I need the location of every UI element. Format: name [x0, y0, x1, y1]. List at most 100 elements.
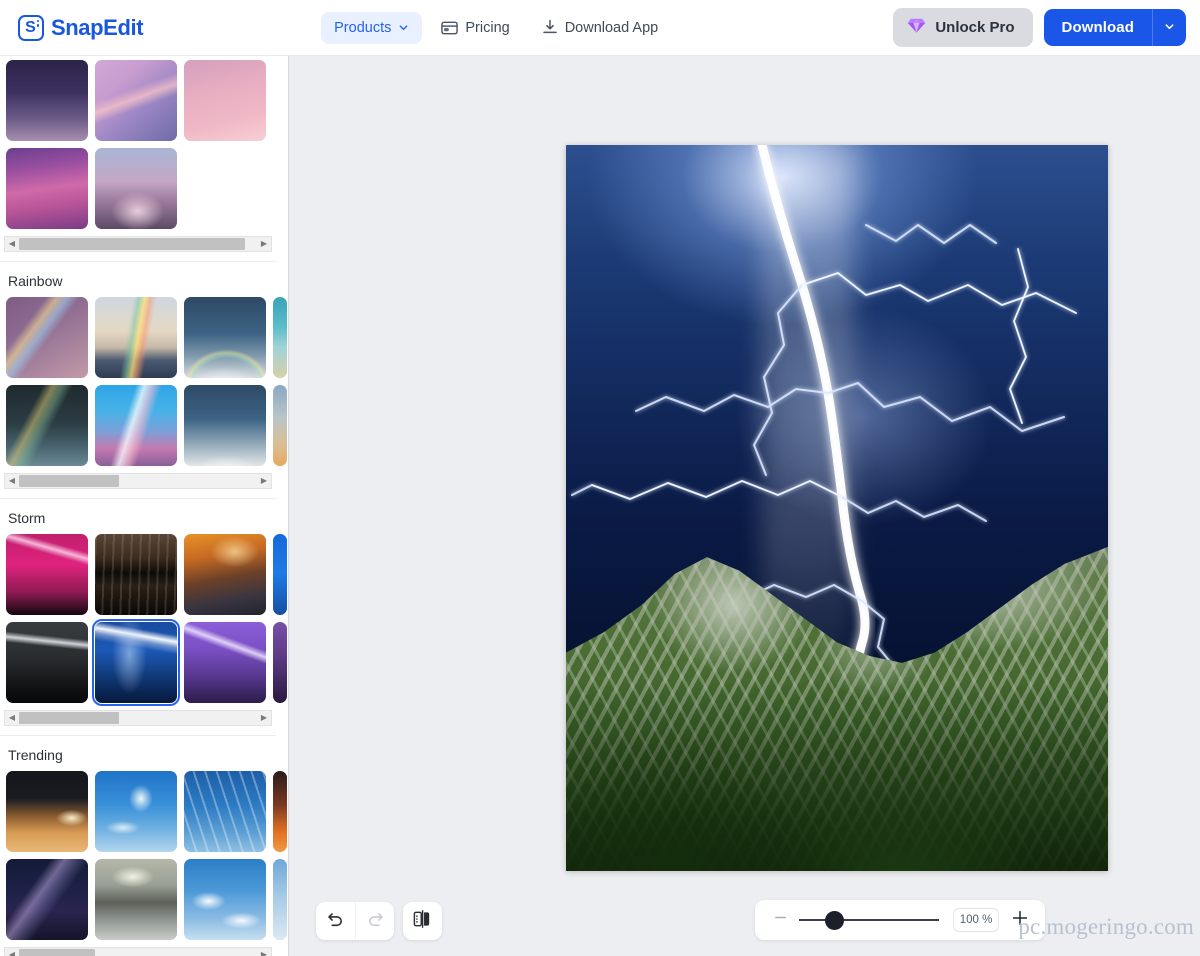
- thumbnail-milky-way-night[interactable]: [6, 859, 88, 940]
- thumbnail-violet-storm-edge[interactable]: [273, 622, 287, 703]
- nav-item-products[interactable]: Products: [321, 11, 423, 44]
- horizontal-scrollbar[interactable]: ◀ ▶: [4, 473, 272, 489]
- thumbnail-row: [6, 148, 276, 229]
- thumbnail-row: [6, 618, 287, 707]
- thumbnail-pink-lightning-storm[interactable]: [6, 534, 88, 615]
- caret-right-icon[interactable]: ▶: [257, 477, 271, 485]
- caret-left-icon[interactable]: ◀: [5, 951, 19, 956]
- caret-right-icon[interactable]: ▶: [257, 951, 271, 956]
- caret-left-icon[interactable]: ◀: [5, 714, 19, 722]
- thumbnail-rainbow-white-clouds[interactable]: [184, 385, 266, 466]
- sky-library-sidebar[interactable]: ◀ ▶ Rainbow ◀ ▶ Storm ◀ ▶ Trending ◀ ▶: [0, 56, 289, 956]
- thumbnail-row: [6, 534, 287, 615]
- snapedit-logo-icon: S: [18, 14, 44, 41]
- thumbnail-row: [6, 385, 287, 466]
- thumbnail-pink-rainbow-sky[interactable]: [95, 60, 177, 141]
- edited-image[interactable]: [566, 145, 1108, 871]
- zoom-in-button[interactable]: [1007, 907, 1033, 933]
- thumbnail-purple-lightning[interactable]: [184, 622, 266, 703]
- thumbnail-rainbow-over-mountains[interactable]: [95, 297, 177, 378]
- thumbnail-grid: [0, 534, 287, 707]
- download-button-group: Download: [1043, 9, 1186, 46]
- thumbnail-orange-storm-clouds[interactable]: [184, 534, 266, 615]
- scroll-track[interactable]: [19, 711, 257, 725]
- thumbnail-grey-lightning-night[interactable]: [6, 622, 88, 703]
- horizontal-scrollbar[interactable]: ◀ ▶: [4, 236, 272, 252]
- thumbnail-orange-sunset-edge[interactable]: [273, 771, 287, 852]
- slider-track[interactable]: [799, 919, 939, 921]
- thumbnail-sun-behind-clouds[interactable]: [95, 859, 177, 940]
- download-icon: [542, 19, 558, 36]
- scroll-track[interactable]: [19, 474, 257, 488]
- editor-canvas[interactable]: 100 % pc.mogeringo.com: [290, 56, 1200, 956]
- chevron-down-icon: [398, 22, 409, 33]
- undo-icon: [326, 909, 345, 933]
- compare-button[interactable]: [403, 902, 442, 940]
- nav-item-download-app[interactable]: Download App: [529, 11, 672, 44]
- foreground-grass-layer: [566, 682, 1108, 871]
- thumbnail-rainbow-dark-sea[interactable]: [6, 385, 88, 466]
- window-icon: [441, 20, 459, 36]
- nav-label-download-app: Download App: [564, 19, 659, 36]
- thumbnail-blue-sky-cumulus[interactable]: [184, 859, 266, 940]
- caret-left-icon[interactable]: ◀: [5, 477, 19, 485]
- horizontal-scrollbar[interactable]: ◀ ▶: [4, 710, 272, 726]
- diamond-icon: [907, 17, 926, 38]
- thumbnail-blue-lightning-selected[interactable]: [91, 618, 181, 707]
- zoom-slider[interactable]: [799, 907, 939, 933]
- thumbnail-pink-cloud-formation[interactable]: [95, 148, 177, 229]
- horizontal-scrollbar[interactable]: ◀ ▶: [4, 947, 272, 956]
- thumbnail-grid: [0, 771, 287, 940]
- thumbnail-rainbow-sunset-edge[interactable]: [273, 385, 287, 466]
- thumbnail-blue-sky-cirrus[interactable]: [184, 771, 266, 852]
- thumbnail-blue-sky-wispy-clouds[interactable]: [95, 771, 177, 852]
- thumbnail-row: [6, 297, 287, 378]
- caret-right-icon[interactable]: ▶: [257, 240, 271, 248]
- plus-icon: [1011, 909, 1029, 932]
- thumbnail-grid: [0, 297, 287, 466]
- scroll-thumb[interactable]: [19, 712, 119, 724]
- zoom-level-value[interactable]: 100 %: [953, 908, 999, 932]
- caret-left-icon[interactable]: ◀: [5, 240, 19, 248]
- thumbnail-rainbow-clouds-blue[interactable]: [184, 297, 266, 378]
- logo-text: SnapEdit: [51, 14, 144, 40]
- scroll-thumb[interactable]: [19, 949, 96, 956]
- header-actions: Unlock Pro Download: [893, 8, 1186, 47]
- logo[interactable]: S SnapEdit: [18, 14, 144, 41]
- compare-split-icon: [412, 909, 433, 934]
- category-title-rainbow: Rainbow: [8, 273, 63, 289]
- main-nav: Products Pricing Download App: [321, 11, 671, 44]
- chevron-down-icon: [1164, 19, 1175, 37]
- scroll-track[interactable]: [19, 237, 257, 251]
- thumbnail-magenta-streak-sky[interactable]: [6, 148, 88, 229]
- zoom-controls[interactable]: 100 %: [755, 900, 1045, 940]
- thumbnail-dark-storm-shelf-cloud[interactable]: [95, 534, 177, 615]
- redo-button[interactable]: [355, 902, 394, 940]
- unlock-pro-label: Unlock Pro: [935, 19, 1015, 36]
- thumbnail-rainbow-pink-blue[interactable]: [95, 385, 177, 466]
- thumbnail-row: [6, 60, 276, 141]
- thumbnail-rainbow-purple-field[interactable]: [6, 297, 88, 378]
- scroll-track[interactable]: [19, 948, 257, 956]
- undo-button[interactable]: [316, 902, 355, 940]
- scroll-thumb[interactable]: [19, 238, 246, 250]
- history-controls: [316, 902, 394, 940]
- scroll-thumb[interactable]: [19, 475, 119, 487]
- thumbnail-rainbow-teal-edge[interactable]: [273, 297, 287, 378]
- thumbnail-golden-sunset-horizon[interactable]: [6, 771, 88, 852]
- nav-item-pricing[interactable]: Pricing: [428, 12, 522, 44]
- redo-icon: [366, 909, 385, 933]
- minus-icon: [773, 910, 788, 930]
- thumbnail-purple-night-sky[interactable]: [6, 60, 88, 141]
- category-section-storm: Storm ◀ ▶: [0, 499, 287, 736]
- slider-knob[interactable]: [825, 911, 844, 930]
- thumbnail-blue-storm-edge[interactable]: [273, 534, 287, 615]
- thumbnail-sky-edge[interactable]: [273, 859, 287, 940]
- thumbnail-pink-clouds[interactable]: [184, 60, 266, 141]
- download-dropdown-toggle[interactable]: [1152, 9, 1186, 46]
- sky-library-scroll-content: ◀ ▶ Rainbow ◀ ▶ Storm ◀ ▶ Trending ◀ ▶: [0, 56, 287, 956]
- unlock-pro-button[interactable]: Unlock Pro: [893, 8, 1033, 47]
- caret-right-icon[interactable]: ▶: [257, 714, 271, 722]
- zoom-out-button[interactable]: [767, 907, 793, 933]
- download-button[interactable]: Download: [1043, 9, 1152, 46]
